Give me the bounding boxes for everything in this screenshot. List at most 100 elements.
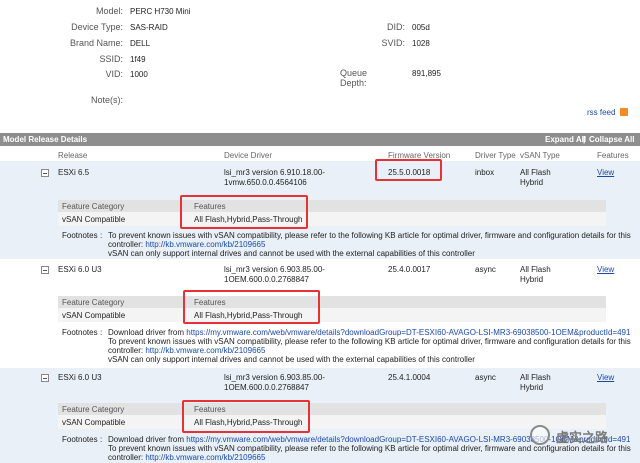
wechat-icon <box>530 425 550 445</box>
section-title: Model Release Details <box>3 135 88 144</box>
footnote-text: controller: <box>108 240 146 249</box>
kb-article-link[interactable]: http://kb.vmware.com/kb/2109665 <box>145 240 265 249</box>
driver-type: async <box>475 373 496 382</box>
watermark-text: 虚实之路 <box>556 430 609 445</box>
footnote-line: To prevent known issues with vSAN compat… <box>108 444 631 453</box>
feature-table: Feature Category Features vSAN Compatibl… <box>58 200 606 226</box>
driver-type: async <box>475 265 496 274</box>
features-highlight-box <box>182 400 310 433</box>
footnote-line: To prevent known issues with vSAN compat… <box>108 337 631 346</box>
footnote-line: controller: http://kb.vmware.com/kb/2109… <box>108 240 265 249</box>
feature-category-header: Feature Category <box>62 405 125 414</box>
kb-article-link[interactable]: http://kb.vmware.com/kb/2109665 <box>145 453 265 462</box>
footnotes-label: Footnotes <box>62 328 98 337</box>
col-driver-type: Driver Type <box>475 151 516 160</box>
col-release: Release <box>58 151 88 160</box>
feature-table: Feature Category Features vSAN Compatibl… <box>58 403 606 429</box>
footnotes-colon: : <box>100 435 103 444</box>
footnotes-label: Footnotes <box>62 231 98 240</box>
feature-category-header: Feature Category <box>62 298 125 307</box>
queue-depth-label: Queue Depth: <box>340 68 408 88</box>
driver-line-1: lsi_mr3 version 6.910.18.00- <box>224 168 325 177</box>
model-value: PERC H730 Mini <box>130 7 191 16</box>
driver-line-2: 1OEM.600.0.0.2768847 <box>224 275 309 284</box>
feature-table-row: vSAN Compatible All Flash,Hybrid,Pass-Th… <box>58 415 606 429</box>
firmware-highlight-box <box>375 159 442 181</box>
ssid-label: SSID: <box>99 54 123 64</box>
vsan-type-line-2: Hybrid <box>520 383 544 392</box>
feature-category: vSAN Compatible <box>62 418 126 427</box>
feature-table: Feature Category Features vSAN Compatibl… <box>58 296 606 322</box>
footnote-line: controller: http://kb.vmware.com/kb/2109… <box>108 346 265 355</box>
feature-table-header: Feature Category Features <box>58 200 606 212</box>
vsan-type-line-1: All Flash <box>520 265 551 274</box>
firmware-version: 25.4.0.0017 <box>388 265 431 274</box>
did-label: DID: <box>387 22 405 32</box>
footnotes-label: Footnotes <box>62 435 98 444</box>
footnote-text: Download driver from <box>108 328 187 337</box>
queue-label-line2: Depth: <box>340 78 367 88</box>
footnotes-colon: : <box>100 231 103 240</box>
kb-article-link[interactable]: http://kb.vmware.com/kb/2109665 <box>145 346 265 355</box>
footnote-text: Download driver from <box>108 435 187 444</box>
footnote-line: To prevent known issues with vSAN compat… <box>108 231 631 240</box>
release-name: ESXi 6.0 U3 <box>58 265 102 274</box>
footnote-text: controller: <box>108 346 146 355</box>
svid-label: SVID: <box>381 38 405 48</box>
feature-category: vSAN Compatible <box>62 215 126 224</box>
collapse-toggle-icon[interactable] <box>41 169 49 177</box>
collapse-all-button[interactable]: Collapse All <box>589 135 635 144</box>
release-name: ESXi 6.0 U3 <box>58 373 102 382</box>
vid-label: VID: <box>105 69 123 79</box>
footnote-line: Download driver from https://my.vmware.c… <box>108 435 630 444</box>
driver-line-1: lsi_mr3 version 6.903.85.00- <box>224 265 325 274</box>
view-link[interactable]: View <box>597 265 614 274</box>
notes-label: Note(s): <box>90 95 123 105</box>
device-type-value: SAS-RAID <box>130 23 168 32</box>
footnote-line: Download driver from https://my.vmware.c… <box>108 328 630 337</box>
brand-value: DELL <box>130 39 151 48</box>
model-release-details-header: Model Release Details Expand All | Colla… <box>0 133 640 146</box>
expand-collapse-separator: | <box>583 135 586 144</box>
features-highlight-box <box>183 290 320 324</box>
driver-line-2: 1vmw.650.0.0.4564106 <box>224 178 307 187</box>
footnotes-colon: : <box>100 328 103 337</box>
col-device-driver: Device Driver <box>224 151 273 160</box>
driver-type: inbox <box>475 168 495 177</box>
rss-icon <box>619 108 628 116</box>
feature-category-header: Feature Category <box>62 202 125 211</box>
feature-category: vSAN Compatible <box>62 311 126 320</box>
driver-line-1: lsi_mr3 version 6.903.85.00- <box>224 373 325 382</box>
footnote-line: vSAN can only support internal drives an… <box>108 355 475 364</box>
features-highlight-box <box>180 195 308 229</box>
footnote-line: vSAN can only support internal drives an… <box>108 249 475 258</box>
footnote-text: controller: <box>108 453 146 462</box>
vsan-type-line-2: Hybrid <box>520 275 544 284</box>
ssid-value: 1f49 <box>130 55 146 64</box>
driver-line-2: 1OEM.600.0.0.2768847 <box>224 383 309 392</box>
model-label: Model: <box>95 6 123 16</box>
view-link[interactable]: View <box>597 373 614 382</box>
release-name: ESXi 6.5 <box>58 168 90 177</box>
vid-value: 1000 <box>130 70 148 79</box>
device-type-label: Device Type: <box>71 22 123 32</box>
queue-label-line1: Queue <box>340 68 368 78</box>
firmware-version: 25.4.1.0004 <box>388 373 431 382</box>
expand-all-button[interactable]: Expand All <box>545 135 586 144</box>
feature-table-header: Feature Category Features <box>58 403 606 415</box>
collapse-toggle-icon[interactable] <box>41 374 49 382</box>
brand-label: Brand Name: <box>69 38 123 48</box>
download-driver-link[interactable]: https://my.vmware.com/web/vmware/details… <box>186 328 630 337</box>
feature-table-row: vSAN Compatible All Flash,Hybrid,Pass-Th… <box>58 212 606 226</box>
footnote-line: controller: http://kb.vmware.com/kb/2109… <box>108 453 265 462</box>
view-link[interactable]: View <box>597 168 614 177</box>
did-value: 005d <box>412 23 430 32</box>
collapse-toggle-icon[interactable] <box>41 266 49 274</box>
vsan-type-line-2: Hybrid <box>520 178 544 187</box>
feature-table-header: Feature Category Features <box>58 296 606 308</box>
col-vsan-type: vSAN Type <box>520 151 560 160</box>
rss-feed-link[interactable]: rss feed <box>587 108 628 117</box>
vsan-type-line-1: All Flash <box>520 168 551 177</box>
vsan-type-line-1: All Flash <box>520 373 551 382</box>
feature-table-row: vSAN Compatible All Flash,Hybrid,Pass-Th… <box>58 308 606 322</box>
